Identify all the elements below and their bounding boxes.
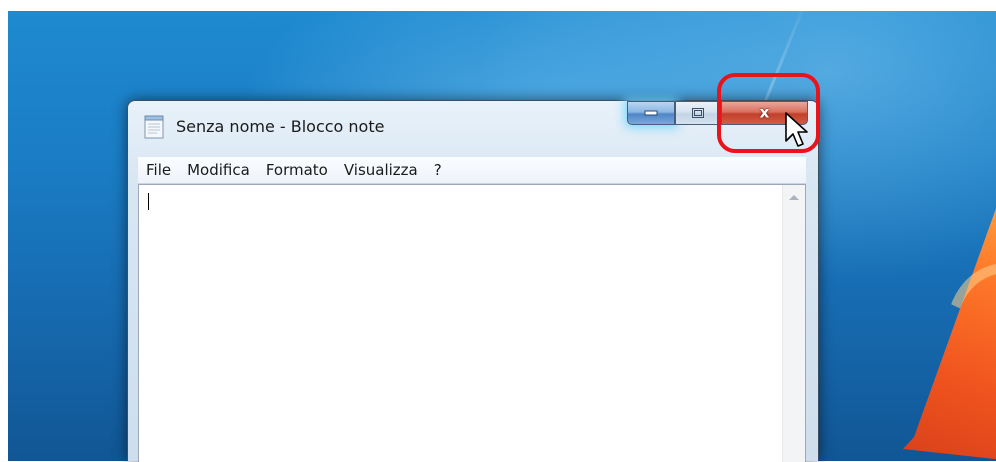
close-icon: x: [759, 103, 770, 122]
mouse-pointer-icon: [785, 112, 808, 147]
notepad-window: Senza nome - Blocco note x File Modifica F…: [127, 100, 819, 462]
minimize-icon: [644, 110, 658, 116]
menu-bar: File Modifica Formato Visualizza?: [138, 157, 806, 184]
scroll-up-icon[interactable]: [789, 195, 799, 200]
menu-formato[interactable]: Formato: [258, 157, 336, 179]
caption-buttons: x: [627, 101, 808, 125]
menu-visualizza[interactable]: Visualizza: [336, 157, 426, 179]
title-bar[interactable]: Senza nome - Blocco note x: [128, 101, 818, 153]
text-editor-area[interactable]: [138, 184, 806, 462]
text-caret: [148, 193, 149, 210]
menu-modifica[interactable]: Modifica: [179, 157, 258, 179]
menu-help[interactable]: ?: [426, 157, 450, 179]
maximize-icon: [692, 108, 704, 118]
menu-file[interactable]: File: [138, 157, 179, 179]
notepad-icon: [144, 115, 164, 139]
minimize-button[interactable]: [627, 101, 675, 125]
maximize-button[interactable]: [675, 101, 721, 125]
vertical-scrollbar[interactable]: [782, 185, 805, 462]
window-title: Senza nome - Blocco note: [176, 117, 385, 136]
